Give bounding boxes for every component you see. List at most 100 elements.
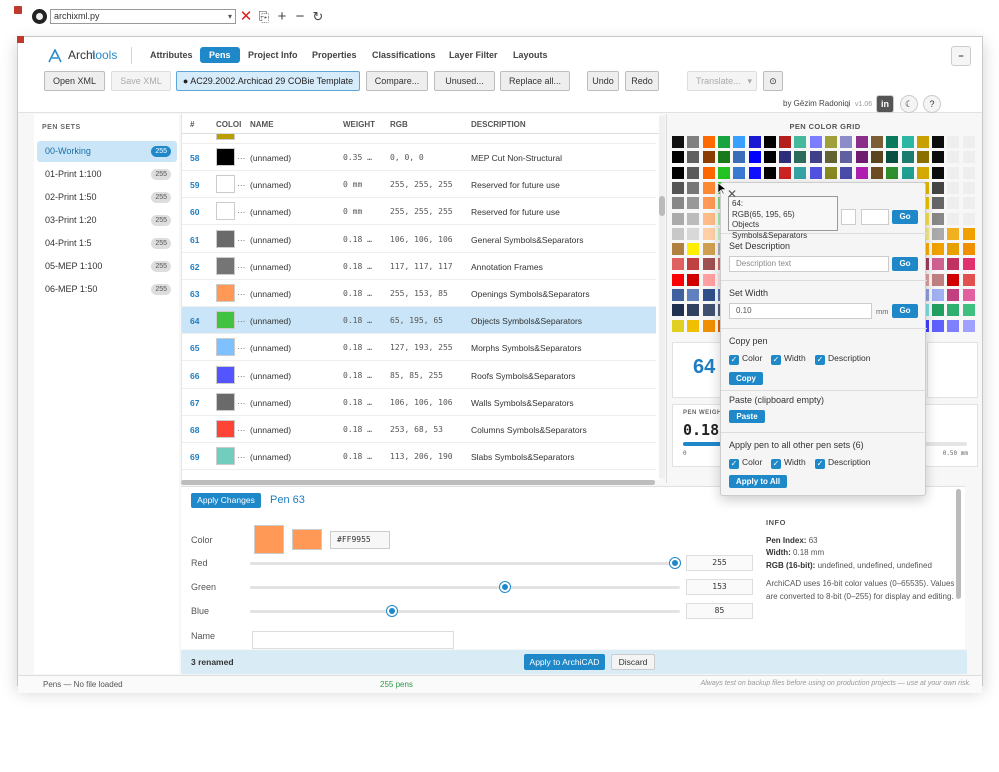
description-input[interactable]: Description text xyxy=(729,256,889,272)
save-xml-button[interactable]: Save XML xyxy=(111,71,171,91)
color-grid-cell[interactable] xyxy=(962,304,975,317)
color-grid-cell[interactable] xyxy=(687,273,700,286)
pen-set-item[interactable]: 04-Print 1:5 255 xyxy=(37,233,177,254)
color-grid-cell[interactable] xyxy=(932,212,945,225)
color-grid-cell[interactable] xyxy=(855,166,868,179)
blue-slider[interactable] xyxy=(250,606,680,616)
red-slider[interactable] xyxy=(250,558,680,568)
color-grid-cell[interactable] xyxy=(672,243,684,256)
discard-button[interactable]: Discard xyxy=(611,654,655,670)
table-row[interactable]: 58 … (unnamed) 0.35 … 0, 0, 0 MEP Cut Non-Str… xyxy=(182,144,656,171)
tab-classifications[interactable]: Classifications xyxy=(363,47,445,63)
color-grid-cell[interactable] xyxy=(809,136,822,148)
table-row[interactable]: 62 … (unnamed) 0.18 … 117, 117, 117 Annotatio… xyxy=(182,253,656,280)
color-grid-cell[interactable] xyxy=(779,136,792,148)
color-grid-cell[interactable] xyxy=(855,136,868,148)
col-number[interactable]: # xyxy=(190,120,194,129)
color-grid-cell[interactable] xyxy=(962,151,975,164)
color-swatch[interactable] xyxy=(216,284,235,302)
tab-layer-filter[interactable]: Layer Filter xyxy=(440,47,507,63)
table-row[interactable]: 69 … (unnamed) 0.18 … 113, 206, 190 Slabs Sym… xyxy=(182,443,656,471)
color-grid-cell[interactable] xyxy=(932,197,945,210)
color-grid-cell[interactable] xyxy=(962,197,975,210)
color-swatch[interactable] xyxy=(216,338,235,357)
color-grid-cell[interactable] xyxy=(870,151,883,164)
script-selector[interactable]: archixml.py ▾ xyxy=(50,9,236,24)
color-grid-cell[interactable] xyxy=(947,227,960,240)
pen-set-item[interactable]: 02-Print 1:50 255 xyxy=(37,187,177,208)
color-grid-cell[interactable] xyxy=(687,151,700,164)
color-grid-cell[interactable] xyxy=(840,151,853,164)
color-grid-cell[interactable] xyxy=(672,258,684,271)
color-grid-cell[interactable] xyxy=(702,181,715,194)
color-grid-cell[interactable] xyxy=(672,289,684,301)
color-grid-cell[interactable] xyxy=(687,319,700,332)
color-grid-cell[interactable] xyxy=(763,136,776,148)
color-grid-cell[interactable] xyxy=(748,151,761,164)
color-grid-cell[interactable] xyxy=(702,151,715,164)
color-grid-cell[interactable] xyxy=(809,151,822,164)
color-grid-cell[interactable] xyxy=(763,166,776,179)
scroll-thumb[interactable] xyxy=(659,196,665,216)
color-grid-cell[interactable] xyxy=(825,166,837,179)
color-grid-cell[interactable] xyxy=(687,166,700,179)
color-grid-cell[interactable] xyxy=(840,166,853,179)
color-swatch[interactable] xyxy=(216,202,235,221)
color-grid-cell[interactable] xyxy=(794,151,807,164)
color-grid-cell[interactable] xyxy=(886,136,899,148)
color-grid-cell[interactable] xyxy=(901,166,914,179)
host-close-icon[interactable] xyxy=(14,6,22,14)
color-grid-cell[interactable] xyxy=(855,151,868,164)
color-grid-cell[interactable] xyxy=(947,166,960,179)
green-slider-knob[interactable] xyxy=(500,582,510,592)
color-swatch[interactable] xyxy=(216,311,235,330)
blue-value-input[interactable]: 85 xyxy=(686,603,753,619)
color-grid-cell[interactable] xyxy=(733,166,746,179)
popup-go-button[interactable]: Go xyxy=(892,210,918,224)
green-slider[interactable] xyxy=(250,582,680,592)
color-grid-cell[interactable] xyxy=(672,227,684,240)
blue-slider-knob[interactable] xyxy=(386,606,397,616)
color-grid-cell[interactable] xyxy=(794,136,807,148)
color-grid-cell[interactable] xyxy=(932,243,945,256)
translate-dropdown[interactable]: Translate... ▾ xyxy=(687,71,757,91)
table-row[interactable]: 64 … (unnamed) 0.18 … 65, 195, 65 Objects Sym… xyxy=(182,307,656,335)
hex-input[interactable]: #FF9955 xyxy=(330,531,390,549)
collapse-button[interactable]: − xyxy=(951,46,971,66)
color-grid-cell[interactable] xyxy=(932,258,945,271)
apply-color-checkbox[interactable]: ✓ Color xyxy=(729,457,762,469)
color-grid-cell[interactable] xyxy=(932,273,945,286)
color-picker-swatch[interactable] xyxy=(254,525,284,554)
color-swatch[interactable] xyxy=(216,229,235,248)
pen-set-item[interactable]: 05-MEP 1:100 255 xyxy=(37,256,177,277)
color-grid-cell[interactable] xyxy=(962,136,975,148)
color-grid-cell[interactable] xyxy=(932,289,945,301)
name-input[interactable] xyxy=(252,631,454,649)
popup-close-icon[interactable]: ✕ xyxy=(727,187,737,201)
table-row[interactable]: 63 … (unnamed) 0.18 … 255, 153, 85 Openings S… xyxy=(182,280,656,307)
green-value-input[interactable]: 153 xyxy=(686,579,753,595)
pen-set-item[interactable]: 06-MEP 1:50 255 xyxy=(37,279,177,300)
tab-attributes[interactable]: Attributes xyxy=(141,47,202,63)
color-grid-cell[interactable] xyxy=(779,151,792,164)
color-grid-cell[interactable] xyxy=(962,243,975,256)
open-xml-button[interactable]: Open XML xyxy=(44,71,105,91)
apply-to-all-button[interactable]: Apply to All xyxy=(729,475,787,488)
table-row[interactable]: 68 … (unnamed) 0.18 … 253, 68, 53 Columns Sym… xyxy=(182,416,656,443)
color-grid-cell[interactable] xyxy=(763,151,776,164)
color-grid-cell[interactable] xyxy=(717,136,730,148)
color-grid-cell[interactable] xyxy=(947,136,960,148)
help-icon[interactable]: ? xyxy=(923,95,941,113)
color-grid-cell[interactable] xyxy=(947,319,960,332)
color-grid-cell[interactable] xyxy=(932,181,945,194)
color-grid-cell[interactable] xyxy=(962,227,975,240)
color-grid-cell[interactable] xyxy=(687,289,700,301)
color-grid-cell[interactable] xyxy=(702,166,715,179)
unused-button[interactable]: Unused... xyxy=(434,71,495,91)
template-button[interactable]: ● AC29.2002.Archicad 29 COBie Template xyxy=(176,71,360,91)
color-grid-cell[interactable] xyxy=(916,151,929,164)
color-grid-cell[interactable] xyxy=(947,258,960,271)
color-grid-cell[interactable] xyxy=(702,273,715,286)
compare-button[interactable]: Compare... xyxy=(366,71,428,91)
color-grid-cell[interactable] xyxy=(717,166,730,179)
